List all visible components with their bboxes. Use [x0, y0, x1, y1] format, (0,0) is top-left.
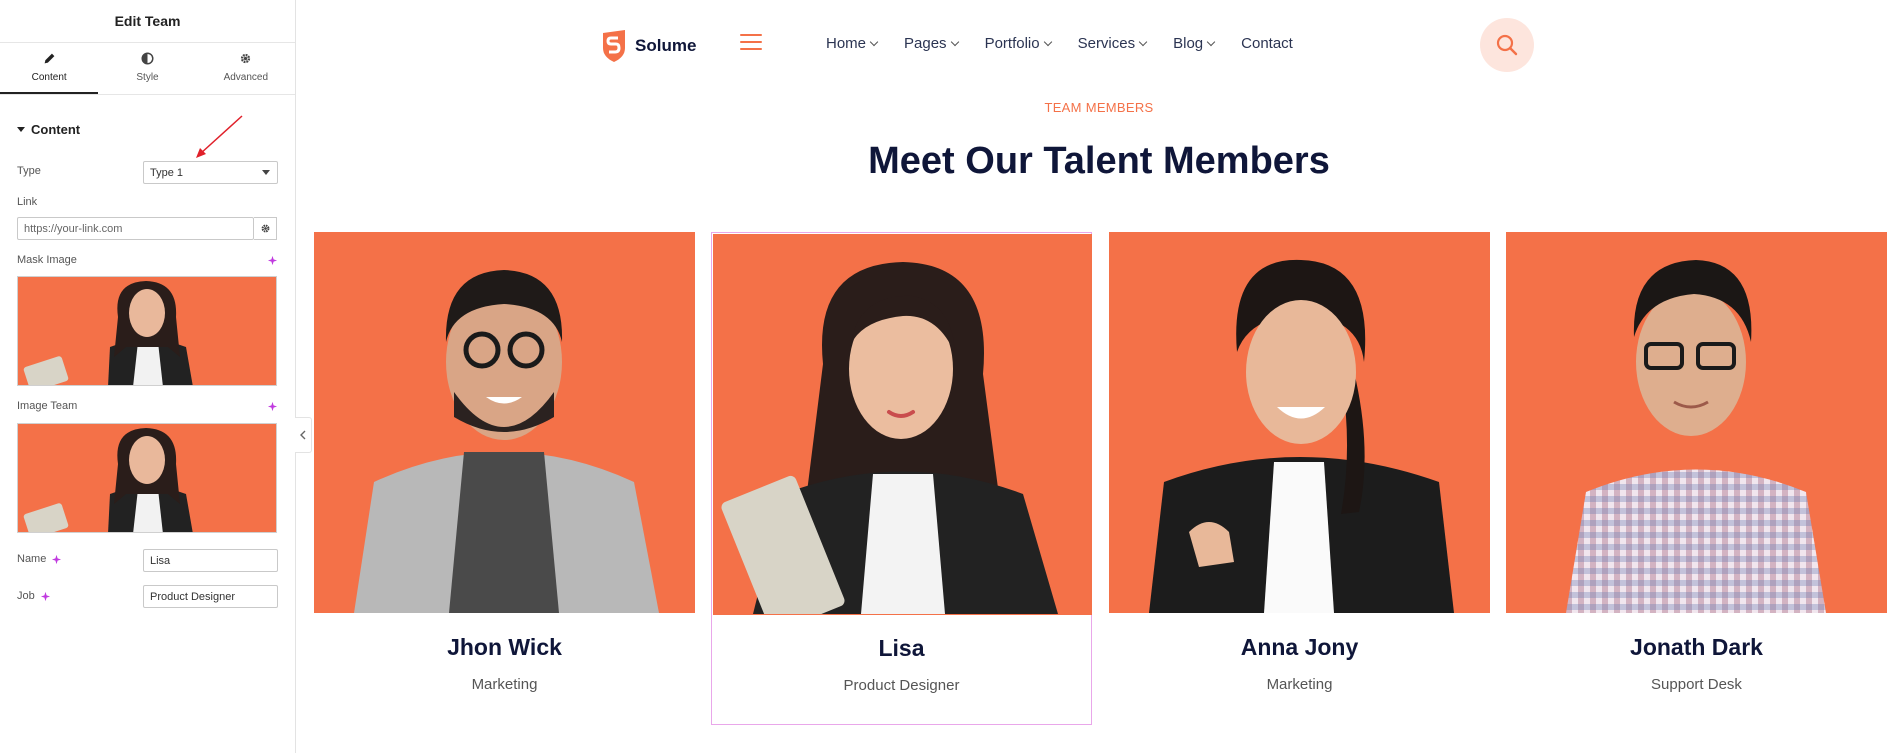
hamburger-menu-icon[interactable]	[740, 34, 762, 55]
caret-down-icon	[17, 127, 25, 132]
team-member-name: Lisa	[878, 635, 925, 661]
name-label: Name	[17, 553, 47, 565]
tab-advanced-label: Advanced	[223, 72, 269, 83]
team-member-photo	[1506, 232, 1887, 613]
job-input[interactable]: Product Designer	[143, 585, 278, 608]
mask-image-label: Mask Image	[17, 254, 77, 266]
logo-shield-icon	[603, 30, 625, 62]
team-member-photo	[314, 232, 695, 613]
type-label: Type	[17, 165, 41, 177]
chevron-down-icon	[1138, 37, 1148, 46]
tab-advanced[interactable]: Advanced	[197, 43, 295, 94]
team-card[interactable]: Jonath Dark Support Desk	[1506, 232, 1887, 725]
annotation-arrow-icon	[196, 115, 243, 158]
link-options-button[interactable]	[254, 217, 277, 240]
team-member-name: Anna Jony	[1240, 634, 1359, 660]
nav-item-portfolio[interactable]: Portfolio	[984, 35, 1052, 52]
team-member-name: Jhon Wick	[447, 634, 562, 660]
tab-style-label: Style	[136, 72, 159, 83]
nav-item-label: Home	[826, 35, 867, 52]
section-eyebrow: TEAM MEMBERS	[1044, 100, 1154, 115]
type-select-value: Type 1	[150, 166, 184, 179]
job-label: Job	[17, 590, 35, 602]
nav-item-label: Services	[1077, 35, 1136, 52]
image-team-preview[interactable]	[17, 423, 277, 533]
team-member-job: Marketing	[1266, 676, 1333, 693]
panel-tabs: Content Style Advanced	[0, 43, 295, 95]
editor-panel: Edit Team Content Style Advanced Content	[0, 0, 296, 753]
team-member-name: Jonath Dark	[1630, 634, 1763, 660]
team-member-photo	[1109, 232, 1490, 613]
main-nav: Home Pages Portfolio Services Blog Conta…	[826, 35, 1320, 52]
chevron-down-icon	[869, 37, 879, 46]
team-card-selected[interactable]: Lisa Product Designer	[711, 232, 1092, 725]
section-content-toggle[interactable]: Content	[17, 122, 80, 137]
team-member-photo	[713, 234, 1092, 615]
tab-content[interactable]: Content	[0, 43, 99, 94]
nav-item-pages[interactable]: Pages	[904, 35, 959, 52]
name-input[interactable]: Lisa	[143, 549, 278, 572]
nav-item-contact[interactable]: Contact	[1241, 35, 1293, 52]
job-input-value: Product Designer	[150, 590, 235, 603]
team-card[interactable]: Anna Jony Marketing	[1109, 232, 1490, 725]
link-label: Link	[17, 196, 38, 208]
chevron-down-icon	[1043, 37, 1052, 46]
contrast-icon	[98, 52, 196, 70]
tab-content-label: Content	[31, 72, 67, 83]
nav-item-blog[interactable]: Blog	[1173, 35, 1216, 52]
logo-text: Solume	[635, 36, 697, 55]
ai-sparkle-icon[interactable]	[51, 554, 62, 565]
panel-collapse-button[interactable]	[295, 417, 312, 453]
pencil-icon	[0, 52, 98, 70]
team-member-job: Marketing	[471, 676, 538, 693]
ai-sparkle-icon[interactable]	[40, 591, 51, 602]
panel-title: Edit Team	[0, 0, 295, 43]
nav-item-home[interactable]: Home	[826, 35, 879, 52]
section-title: Content	[31, 122, 81, 137]
team-card[interactable]: Jhon Wick Marketing	[314, 232, 695, 725]
section-heading: Meet Our Talent Members	[868, 140, 1330, 182]
gear-icon	[261, 224, 269, 233]
mask-image-preview[interactable]	[17, 276, 277, 386]
team-member-job: Product Designer	[843, 677, 960, 694]
name-input-value: Lisa	[150, 554, 171, 567]
chevron-down-icon	[262, 170, 270, 175]
link-input[interactable]: https://your-link.com	[17, 217, 254, 240]
chevron-down-icon	[950, 37, 959, 46]
portrait-thumbnail	[23, 281, 193, 385]
ai-sparkle-icon[interactable]	[267, 401, 278, 412]
link-placeholder: https://your-link.com	[24, 222, 123, 235]
team-member-job: Support Desk	[1651, 676, 1742, 693]
nav-item-label: Pages	[904, 35, 947, 52]
search-icon	[1496, 34, 1518, 56]
image-team-label: Image Team	[17, 400, 78, 412]
chevron-left-icon	[300, 430, 306, 440]
site-logo[interactable]: Solume	[601, 30, 696, 62]
nav-item-label: Contact	[1241, 35, 1293, 52]
nav-item-services[interactable]: Services	[1077, 35, 1148, 52]
portrait-thumbnail	[23, 428, 193, 532]
nav-item-label: Portfolio	[984, 35, 1040, 52]
type-select[interactable]: Type 1	[143, 161, 278, 184]
chevron-down-icon	[1206, 37, 1216, 46]
search-button[interactable]	[1480, 18, 1534, 72]
nav-item-label: Blog	[1173, 35, 1204, 52]
ai-sparkle-icon[interactable]	[267, 255, 278, 266]
tab-style[interactable]: Style	[98, 43, 196, 94]
gear-icon	[197, 52, 295, 70]
